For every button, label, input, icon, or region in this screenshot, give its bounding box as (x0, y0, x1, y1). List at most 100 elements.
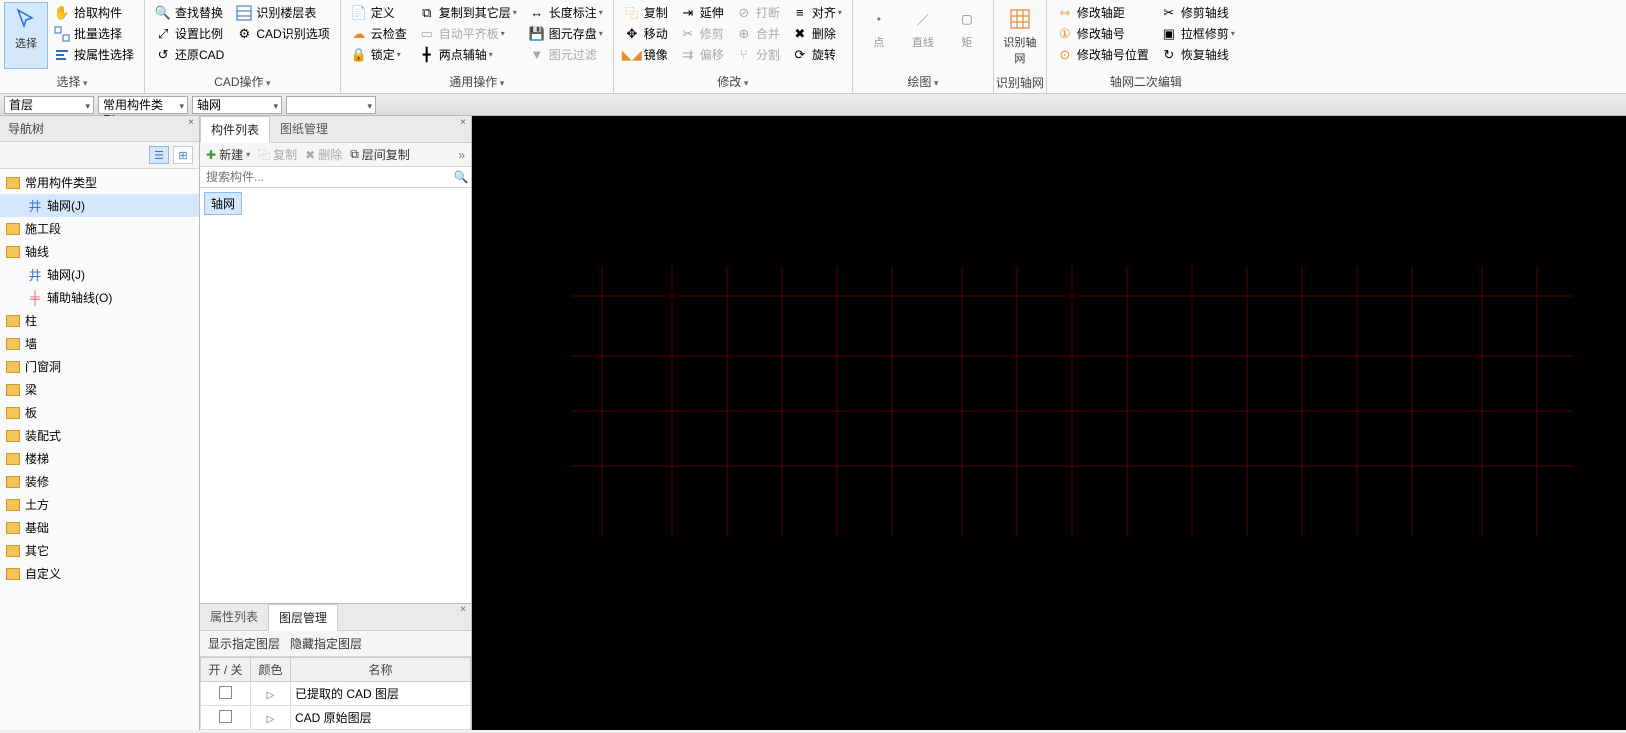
hide-layer-button[interactable]: 隐藏指定图层 (290, 635, 362, 652)
mid-more-button[interactable]: » (458, 148, 465, 162)
copy-icon: ⿻ (624, 5, 640, 21)
select-button[interactable]: 选择 (4, 2, 48, 69)
identify-grid-button[interactable]: 识别轴网 (998, 2, 1042, 70)
floor-combo[interactable]: 首层 (4, 96, 94, 114)
box-trim-button[interactable]: ▣拉框修剪▾ (1157, 23, 1239, 44)
tree-folder-door-window[interactable]: 门窗洞 (0, 355, 199, 378)
set-scale-button[interactable]: ⤢设置比例 (151, 23, 228, 44)
restore-grid-button[interactable]: ↻恢复轴线 (1157, 44, 1239, 65)
trim-grid-button[interactable]: ✂修剪轴线 (1157, 2, 1239, 23)
tree-item-grid-j[interactable]: 井轴网(J) (0, 194, 199, 217)
tree-folder-wall[interactable]: 墙 (0, 332, 199, 355)
tab-component-list[interactable]: 构件列表 (200, 116, 270, 143)
break-button: ⊘打断 (732, 2, 784, 23)
nav-close-button[interactable]: × (185, 117, 197, 128)
line-button[interactable]: ／直线 (901, 2, 945, 69)
comptype-combo[interactable]: 常用构件类型 (98, 96, 188, 114)
tree-folder-earthwork[interactable]: 土方 (0, 493, 199, 516)
rect-button[interactable]: ▢矩 (945, 2, 989, 69)
dim-icon: ↔ (529, 5, 545, 21)
select-label: 选择 (15, 35, 37, 51)
cloud-check-button[interactable]: ☁云检查 (347, 23, 411, 44)
nav-view-grid-button[interactable]: ⊞ (173, 146, 193, 164)
two-point-aux-button[interactable]: ╋两点辅轴▾ (415, 44, 521, 65)
prop-close-button[interactable]: × (457, 604, 469, 615)
grid-item-icon: 井 (28, 199, 42, 213)
tree-folder-other[interactable]: 其它 (0, 539, 199, 562)
cad-options-button[interactable]: ⚙CAD识别选项 (232, 23, 333, 44)
move-button[interactable]: ✥移动 (620, 23, 672, 44)
ribbon-group-draw: •点 ／直线 ▢矩 绘图 (853, 0, 994, 93)
search-input[interactable] (200, 167, 451, 187)
group-label-draw[interactable]: 绘图 (853, 71, 993, 93)
align-button[interactable]: ≡对齐▾ (788, 2, 846, 23)
delete-comp-icon: ✖ (305, 148, 315, 162)
define-button[interactable]: 📄定义 (347, 2, 411, 23)
group-label-edit[interactable]: 修改 (614, 71, 852, 93)
image-store-button[interactable]: 💾图元存盘▾ (525, 23, 607, 44)
table-row[interactable]: ▷ CAD 原始图层 (201, 706, 471, 730)
batch-select-button[interactable]: 批量选择 (50, 23, 138, 44)
mod-number-button[interactable]: ①修改轴号 (1053, 23, 1153, 44)
tree-folder-foundation[interactable]: 基础 (0, 516, 199, 539)
find-replace-button[interactable]: 🔍查找替换 (151, 2, 228, 23)
tree-folder-common[interactable]: 常用构件类型 (0, 171, 199, 194)
layer-sub-toolbar: 显示指定图层 隐藏指定图层 (200, 631, 471, 657)
expand-icon[interactable]: ▷ (267, 714, 275, 725)
tree-folder-column[interactable]: 柱 (0, 309, 199, 332)
col-name: 名称 (291, 658, 471, 682)
ribbon-group-cad: 🔍查找替换 ⤢设置比例 ↺还原CAD 识别楼层表 ⚙CAD识别选项 CAD操作 (145, 0, 341, 93)
new-button[interactable]: ✚新建▾ (206, 146, 250, 163)
tree-item-aux-axis[interactable]: ╪辅助轴线(O) (0, 286, 199, 309)
group-label-common[interactable]: 通用操作 (341, 71, 613, 93)
identify-floor-button[interactable]: 识别楼层表 (232, 2, 333, 23)
layer-copy-button[interactable]: ⧉层间复制 (350, 146, 410, 163)
ribbon-group-common: 📄定义 ☁云检查 🔒锁定▾ ⧉复制到其它层▾ ▭自动平齐板▾ ╋两点辅轴▾ ↔长… (341, 0, 614, 93)
tree-item-grid-j2[interactable]: 井轴网(J) (0, 263, 199, 286)
extend-button[interactable]: ⇥延伸 (676, 2, 728, 23)
empty-combo[interactable] (286, 96, 376, 114)
tab-drawing-mgmt[interactable]: 图纸管理 (270, 116, 338, 142)
drawing-canvas[interactable] (472, 116, 1626, 730)
nav-view-list-button[interactable]: ☰ (149, 146, 169, 164)
tree-folder-decoration[interactable]: 装修 (0, 470, 199, 493)
component-item-grid[interactable]: 轴网 (204, 192, 242, 215)
restore-icon: ↺ (155, 47, 171, 63)
tree-folder-beam[interactable]: 梁 (0, 378, 199, 401)
table-row[interactable]: ▷ 已提取的 CAD 图层 (201, 682, 471, 706)
expand-icon[interactable]: ▷ (267, 690, 275, 701)
grid-combo[interactable]: 轴网 (192, 96, 282, 114)
search-icon[interactable]: 🔍 (451, 170, 471, 184)
show-layer-button[interactable]: 显示指定图层 (208, 635, 280, 652)
select-by-property-button[interactable]: 按属性选择 (50, 44, 138, 65)
tree-folder-stair[interactable]: 楼梯 (0, 447, 199, 470)
mod-number-pos-button[interactable]: ⊙修改轴号位置 (1053, 44, 1153, 65)
delete-button[interactable]: ✖删除 (788, 23, 846, 44)
trim-grid-icon: ✂ (1161, 5, 1177, 21)
pick-component-button[interactable]: ✋拾取构件 (50, 2, 138, 23)
auto-flat-button: ▭自动平齐板▾ (415, 23, 521, 44)
tree-folder-custom[interactable]: 自定义 (0, 562, 199, 585)
mirror-button[interactable]: ◣◢镜像 (620, 44, 672, 65)
tree-folder-construction[interactable]: 施工段 (0, 217, 199, 240)
tab-attr-list[interactable]: 属性列表 (200, 604, 268, 630)
mod-spacing-button[interactable]: ⇿修改轴距 (1053, 2, 1153, 23)
tree-folder-slab[interactable]: 板 (0, 401, 199, 424)
rotate-button[interactable]: ⟳旋转 (788, 44, 846, 65)
copy-layer-icon: ⧉ (419, 5, 435, 21)
copy-button[interactable]: ⿻复制 (620, 2, 672, 23)
copy-other-layer-button[interactable]: ⧉复制到其它层▾ (415, 2, 521, 23)
group-label-select[interactable]: 选择 (0, 71, 144, 93)
restore-cad-button[interactable]: ↺还原CAD (151, 44, 228, 65)
tree-folder-prefab[interactable]: 装配式 (0, 424, 199, 447)
lock-button[interactable]: 🔒锁定▾ (347, 44, 411, 65)
point-button[interactable]: •点 (857, 2, 901, 69)
tab-layer-mgmt[interactable]: 图层管理 (268, 604, 338, 631)
checkbox[interactable] (219, 686, 232, 699)
length-dim-button[interactable]: ↔长度标注▾ (525, 2, 607, 23)
tree-folder-axis[interactable]: 轴线 (0, 240, 199, 263)
checkbox[interactable] (219, 710, 232, 723)
group-label-cad[interactable]: CAD操作 (145, 71, 340, 93)
mid-close-button[interactable]: × (457, 117, 469, 128)
mid-tools: ✚新建▾ ⿻复制 ✖删除 ⧉层间复制 » (200, 143, 471, 167)
